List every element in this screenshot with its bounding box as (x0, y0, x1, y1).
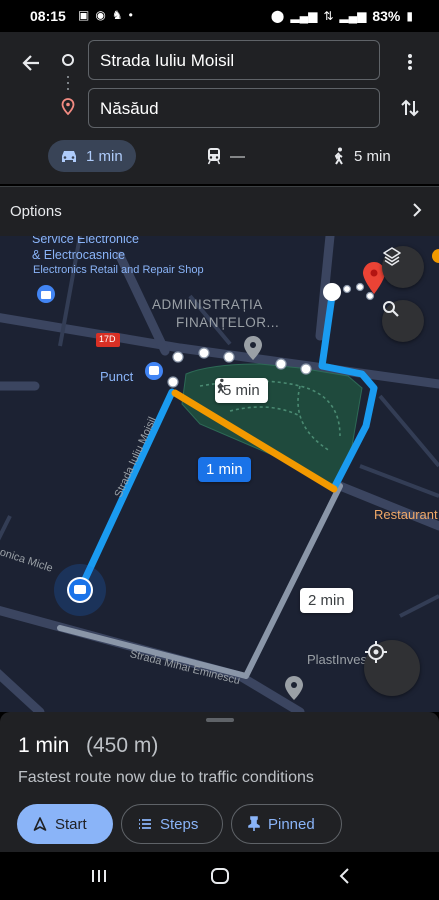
route-distance: (450 m) (86, 734, 159, 757)
battery-level: 83% (372, 8, 401, 24)
mode-walk[interactable]: 5 min (332, 140, 391, 172)
layers-button[interactable] (382, 246, 424, 288)
start-label: Start (55, 815, 87, 833)
walk-icon (334, 147, 343, 165)
swap-button[interactable] (396, 94, 424, 122)
route-description: Fastest route now due to traffic conditi… (18, 769, 314, 786)
snapchat-icon: ♞ (111, 8, 123, 22)
swap-vert-icon (401, 99, 419, 117)
destination-input[interactable]: Năsăud (88, 88, 380, 128)
drive-callout[interactable]: 1 min (198, 457, 251, 482)
navigation-arrow-icon (33, 817, 47, 831)
back-nav-button[interactable] (332, 866, 356, 886)
alt-route-callout-label: 2 min (308, 592, 345, 609)
walk-callout[interactable]: 5 min (215, 378, 268, 403)
pin-icon (248, 816, 260, 831)
route-duration: 1 min (18, 734, 70, 757)
mode-transit-label: — (230, 147, 245, 165)
mode-drive[interactable]: 1 min (48, 140, 136, 172)
route-summary-sheet[interactable]: 1 min (450 m) Fastest route now due to t… (0, 712, 439, 852)
map-label-admin-1: ADMINISTRAȚIA (152, 297, 263, 312)
pinned-button[interactable]: Pinned (231, 804, 342, 844)
back-chevron-icon (339, 868, 349, 884)
chevron-right-icon (413, 203, 422, 217)
search-along-route-button[interactable] (382, 300, 424, 342)
layers-icon (383, 247, 401, 266)
destination-pin-icon (61, 98, 75, 116)
location-pin-icon: ◉ (95, 8, 106, 22)
status-time: 08:15 (30, 8, 66, 24)
car-icon (62, 151, 76, 162)
road-number: 17D (99, 334, 116, 344)
steps-label: Steps (160, 815, 199, 833)
train-icon (207, 148, 221, 165)
drive-callout-label: 1 min (206, 461, 243, 478)
origin-circle-icon (62, 54, 74, 66)
signal2-icon: ▂▄▆ (339, 9, 367, 23)
list-icon (139, 819, 151, 829)
signal-icon: ▂▄▆ (290, 9, 318, 23)
my-location-icon (365, 641, 387, 663)
alt-route-callout[interactable]: 2 min (300, 588, 353, 613)
options-label: Options (10, 203, 62, 220)
dot-icon: • (128, 8, 133, 22)
map-label-restaurant: Restaurant (374, 507, 438, 522)
status-bar: 08:15 ▣ ◉ ♞ • ⬤ ▂▄▆ ⇅ ▂▄▆ 83% ▮ (0, 0, 439, 32)
back-button[interactable] (14, 46, 48, 80)
arrow-back-icon (22, 55, 39, 71)
origin-input[interactable]: Strada Iuliu Moisil (88, 40, 380, 80)
start-point-marker (323, 283, 341, 301)
map-label-punct: Punct (100, 369, 134, 384)
location-icon: ⬤ (270, 9, 285, 23)
options-row[interactable]: Options (0, 186, 439, 236)
mode-drive-label: 1 min (86, 147, 123, 165)
directions-header: Strada Iuliu Moisil Năsăud 1 min — 5 min (0, 32, 439, 184)
walk-callout-label: 5 min (223, 382, 260, 399)
route-connector (60, 52, 76, 132)
orange-poi-icon (432, 249, 439, 263)
battery-icon: ▮ (406, 9, 413, 23)
more-options-button[interactable] (398, 48, 422, 76)
walk-small-icon (217, 378, 225, 394)
travel-mode-bar: 1 min — 5 min (0, 138, 439, 178)
recents-button[interactable] (87, 866, 111, 886)
map-view[interactable]: Service Electronice & Electrocasnice Ele… (0, 236, 439, 712)
search-icon (383, 301, 399, 317)
map-label-service-2: & Electrocasnice (32, 248, 126, 262)
mode-walk-label: 5 min (354, 147, 391, 165)
image-icon: ▣ (78, 8, 90, 22)
more-vert-icon (408, 54, 412, 70)
steps-button[interactable]: Steps (121, 804, 223, 844)
home-button[interactable] (208, 866, 232, 886)
data-icon: ⇅ (323, 9, 334, 23)
home-icon (211, 868, 229, 884)
map-label-service-1: Service Electronice (32, 236, 139, 246)
mode-transit[interactable]: — (206, 140, 245, 172)
start-button[interactable]: Start (17, 804, 113, 844)
notification-icons: ▣ ◉ ♞ • (78, 8, 133, 22)
recents-icon (92, 870, 106, 882)
map-label-admin-2: FINANȚELOR... (176, 315, 280, 330)
recenter-button[interactable] (364, 640, 420, 696)
drag-handle[interactable] (206, 718, 234, 722)
map-label-service-3: Electronics Retail and Repair Shop (33, 264, 204, 276)
pinned-label: Pinned (268, 815, 315, 833)
system-nav-bar (0, 852, 439, 900)
system-icons: ⬤ ▂▄▆ ⇅ ▂▄▆ 83% ▮ (271, 8, 413, 24)
